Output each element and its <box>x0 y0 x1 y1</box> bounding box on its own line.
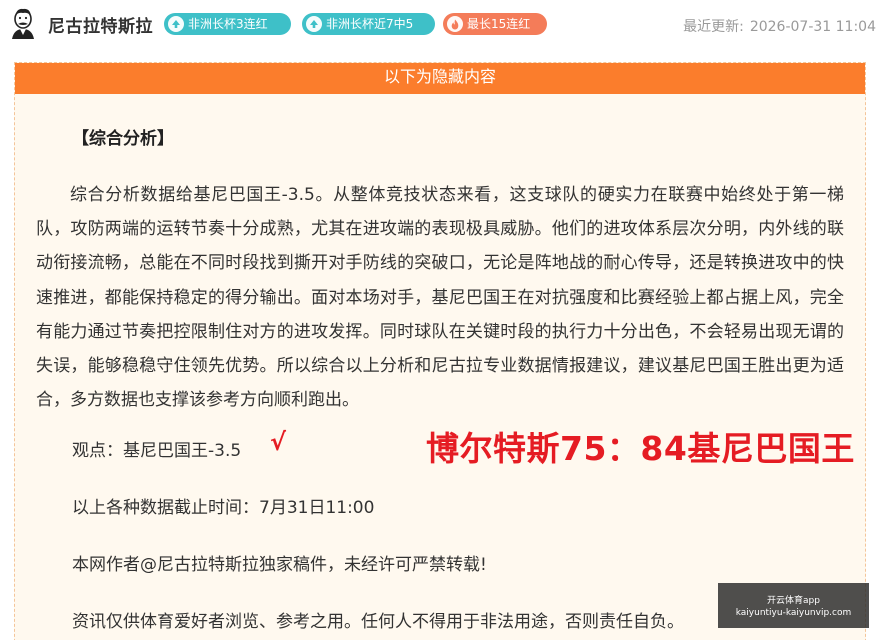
watermark-url: kaiyuntiyu-kaiyunvip.com <box>735 608 852 618</box>
analysis-paragraph: 综合分析数据给基尼巴国王-3.5。从整体竞技状态来看，这支球队的硬实力在联赛中始… <box>36 185 844 411</box>
tag-label: 非洲长杯近7中5 <box>326 17 414 31</box>
viewpoint-text: 观点：基尼巴国王-3.5 <box>72 441 242 461</box>
tag-recent-record: 非洲长杯近7中5 <box>302 13 435 35</box>
avatar[interactable] <box>8 7 38 39</box>
tag-label: 非洲长杯3连红 <box>188 17 268 31</box>
tag-win-streak: 非洲长杯3连红 <box>164 13 291 35</box>
author-name[interactable]: 尼古拉特斯拉 <box>48 12 153 37</box>
last-updated-label: 最近更新: <box>683 19 744 35</box>
last-updated-time: 2026-07-31 11:04 <box>749 19 876 35</box>
author-header: 尼古拉特斯拉 非洲长杯3连红 非洲长杯近7中5 最长15连红 最近更新: 2026… <box>0 0 880 50</box>
fire-icon <box>447 16 463 32</box>
section-title: 【综合分析】 <box>72 129 174 149</box>
data-cutoff-time: 以上各种数据截止时间：7月31日11:00 <box>72 498 375 518</box>
watermark-overlay[interactable]: 开云体育app kaiyuntiyu-kaiyunvip.com <box>718 583 869 628</box>
tag-label: 最长15连红 <box>467 17 531 31</box>
disclaimer-text: 资讯仅供体育爱好者浏览、参考之用。任何人不得用于非法用途，否则责任自负。 <box>72 612 684 632</box>
tag-longest-streak: 最长15连红 <box>443 13 547 35</box>
copyright-notice: 本网作者@尼古拉特斯拉独家稿件，未经许可严禁转载! <box>72 555 487 575</box>
match-result: 博尔特斯75：84基尼巴国王 <box>426 429 855 468</box>
arrow-up-icon <box>168 16 184 32</box>
arrow-up-icon <box>306 16 322 32</box>
last-updated: 最近更新: 2026-07-31 11:04 <box>683 16 876 36</box>
watermark-title: 开云体育app <box>767 596 820 606</box>
check-mark-icon: √ <box>270 428 287 456</box>
hidden-content-banner: 以下为隐藏内容 <box>15 63 865 94</box>
